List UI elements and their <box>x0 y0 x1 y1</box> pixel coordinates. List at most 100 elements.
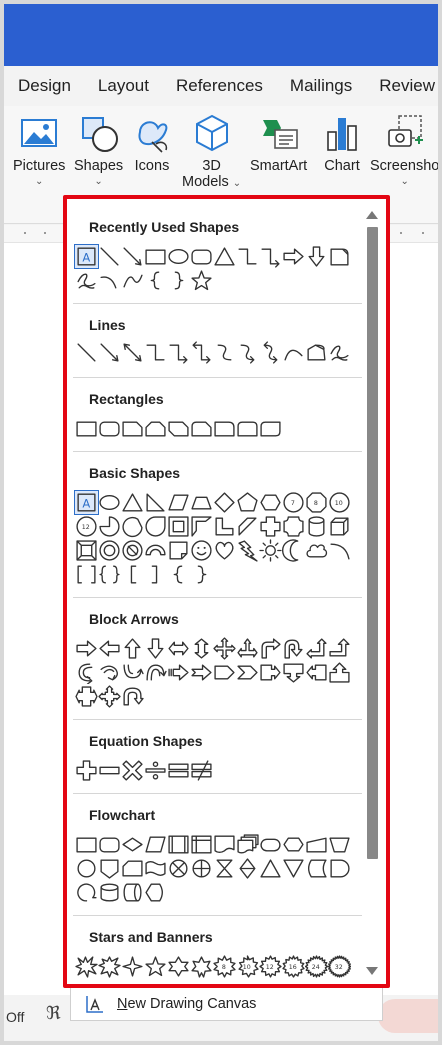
can-shape[interactable] <box>305 515 328 538</box>
cube-shape[interactable] <box>328 515 351 538</box>
pentagon-shape[interactable] <box>236 491 259 514</box>
not-equal-shape[interactable] <box>190 759 213 782</box>
curve-shape[interactable] <box>98 269 121 292</box>
left-brace-shape[interactable] <box>167 563 190 586</box>
plus-shape[interactable] <box>75 759 98 782</box>
star-6-point-shape[interactable] <box>167 955 190 978</box>
tab-review[interactable]: Review <box>379 76 435 96</box>
shapes-button[interactable]: Shapes ⌄ <box>70 108 124 200</box>
round-single-corner-rectangle-shape[interactable] <box>213 417 236 440</box>
arc-shape[interactable] <box>328 539 351 562</box>
flowchart-delay-shape[interactable] <box>328 857 351 880</box>
flowchart-magnetic-disk-shape[interactable] <box>98 881 121 904</box>
snip-diagonal-rectangle-shape[interactable] <box>167 417 190 440</box>
quad-arrow-shape[interactable] <box>213 637 236 660</box>
flowchart-alternate-process-shape[interactable] <box>98 833 121 856</box>
folded-corner-shape[interactable] <box>167 539 190 562</box>
dodecagon-shape[interactable]: 12 <box>75 515 98 538</box>
decagon-shape[interactable]: 10 <box>328 491 351 514</box>
right-brace-shape[interactable] <box>190 563 213 586</box>
flowchart-data-shape[interactable] <box>144 833 167 856</box>
oval-shape[interactable] <box>167 245 190 268</box>
cloud-shape[interactable] <box>305 539 328 562</box>
flowchart-internal-storage-shape[interactable] <box>190 833 213 856</box>
flowchart-punched-tape-shape[interactable] <box>144 857 167 880</box>
plus-cross-shape[interactable] <box>259 515 282 538</box>
equal-shape[interactable] <box>167 759 190 782</box>
right-arrow-callout-shape[interactable] <box>259 661 282 684</box>
round-same-side-rectangle-shape[interactable] <box>236 417 259 440</box>
curved-right-arrow-shape[interactable] <box>75 661 98 684</box>
elbow-arrow-connector-shape[interactable] <box>259 245 282 268</box>
smiley-face-shape[interactable] <box>190 539 213 562</box>
curved-left-arrow-shape[interactable] <box>98 661 121 684</box>
bevel-shape[interactable] <box>75 539 98 562</box>
flowchart-off-page-connector-shape[interactable] <box>98 857 121 880</box>
double-brace-shape[interactable] <box>98 563 121 586</box>
tab-references[interactable]: References <box>176 76 263 96</box>
curved-down-arrow-shape[interactable] <box>144 661 167 684</box>
down-arrow-callout-shape[interactable] <box>282 661 305 684</box>
l-shape[interactable] <box>213 515 236 538</box>
arrow-line-shape[interactable] <box>121 245 144 268</box>
curve-shape[interactable] <box>282 341 305 364</box>
flowchart-decision-shape[interactable] <box>121 833 144 856</box>
flowchart-terminator-shape[interactable] <box>259 833 282 856</box>
u-turn-arrow-shape[interactable] <box>282 637 305 660</box>
left-brace-shape[interactable] <box>144 269 167 292</box>
flowchart-card-shape[interactable] <box>121 857 144 880</box>
octagon-shape[interactable]: 8 <box>305 491 328 514</box>
right-bracket-shape[interactable] <box>144 563 167 586</box>
star-7-point-shape[interactable] <box>190 955 213 978</box>
oval-shape[interactable] <box>98 491 121 514</box>
striped-right-arrow-shape[interactable] <box>167 661 190 684</box>
parallelogram-shape[interactable] <box>167 491 190 514</box>
rectangle-shape[interactable] <box>75 417 98 440</box>
down-arrow-shape[interactable] <box>144 637 167 660</box>
star-5-point-shape[interactable] <box>190 269 213 292</box>
flowchart-document-shape[interactable] <box>213 833 236 856</box>
flowchart-collate-shape[interactable] <box>213 857 236 880</box>
teardrop-shape[interactable] <box>144 515 167 538</box>
freeform-shape[interactable] <box>305 341 328 364</box>
gallery-scrollbar[interactable] <box>363 199 382 984</box>
flowchart-preparation-shape[interactable] <box>282 833 305 856</box>
flowchart-summing-junction-shape[interactable] <box>167 857 190 880</box>
line-arrow-shape[interactable] <box>98 341 121 364</box>
division-shape[interactable] <box>144 759 167 782</box>
right-arrow-shape[interactable] <box>282 245 305 268</box>
scroll-down-arrow-icon[interactable] <box>366 967 378 975</box>
trapezoid-shape[interactable] <box>190 491 213 514</box>
scribble-shape[interactable] <box>75 269 98 292</box>
up-down-arrow-shape[interactable] <box>190 637 213 660</box>
flowchart-sequential-access-storage-shape[interactable] <box>75 881 98 904</box>
round-diagonal-rectangle-shape[interactable] <box>259 417 282 440</box>
frame-shape[interactable] <box>167 515 190 538</box>
scrollbar-thumb[interactable] <box>367 227 378 859</box>
down-arrow-shape[interactable] <box>305 245 328 268</box>
new-drawing-canvas-button[interactable]: New Drawing Canvas <box>70 988 383 1021</box>
curved-connector-shape[interactable] <box>213 341 236 364</box>
hexagon-shape[interactable] <box>259 491 282 514</box>
triangle-shape[interactable] <box>213 245 236 268</box>
right-arrow-shape[interactable] <box>75 637 98 660</box>
star-4-point-shape[interactable] <box>121 955 144 978</box>
elbow-connector-shape[interactable] <box>144 341 167 364</box>
tab-mailings[interactable]: Mailings <box>290 76 352 96</box>
snip-round-rectangle-shape[interactable] <box>190 417 213 440</box>
right-brace-shape[interactable] <box>167 269 190 292</box>
circular-arrow-shape[interactable] <box>121 685 144 708</box>
left-right-arrow-shape[interactable] <box>167 637 190 660</box>
left-arrow-callout-shape[interactable] <box>305 661 328 684</box>
notched-right-arrow-shape[interactable] <box>190 661 213 684</box>
donut-shape[interactable] <box>98 539 121 562</box>
diamond-shape[interactable] <box>213 491 236 514</box>
curved-up-arrow-shape[interactable] <box>121 661 144 684</box>
text-box-shape[interactable]: A <box>74 244 99 269</box>
tab-layout[interactable]: Layout <box>98 76 149 96</box>
right-triangle-shape[interactable] <box>144 491 167 514</box>
smartart-button[interactable]: SmartArt <box>250 112 307 174</box>
chord-shape[interactable] <box>121 515 144 538</box>
star-24-point-shape[interactable]: 24 <box>305 955 328 978</box>
curved-double-arrow-connector-shape[interactable] <box>259 341 282 364</box>
